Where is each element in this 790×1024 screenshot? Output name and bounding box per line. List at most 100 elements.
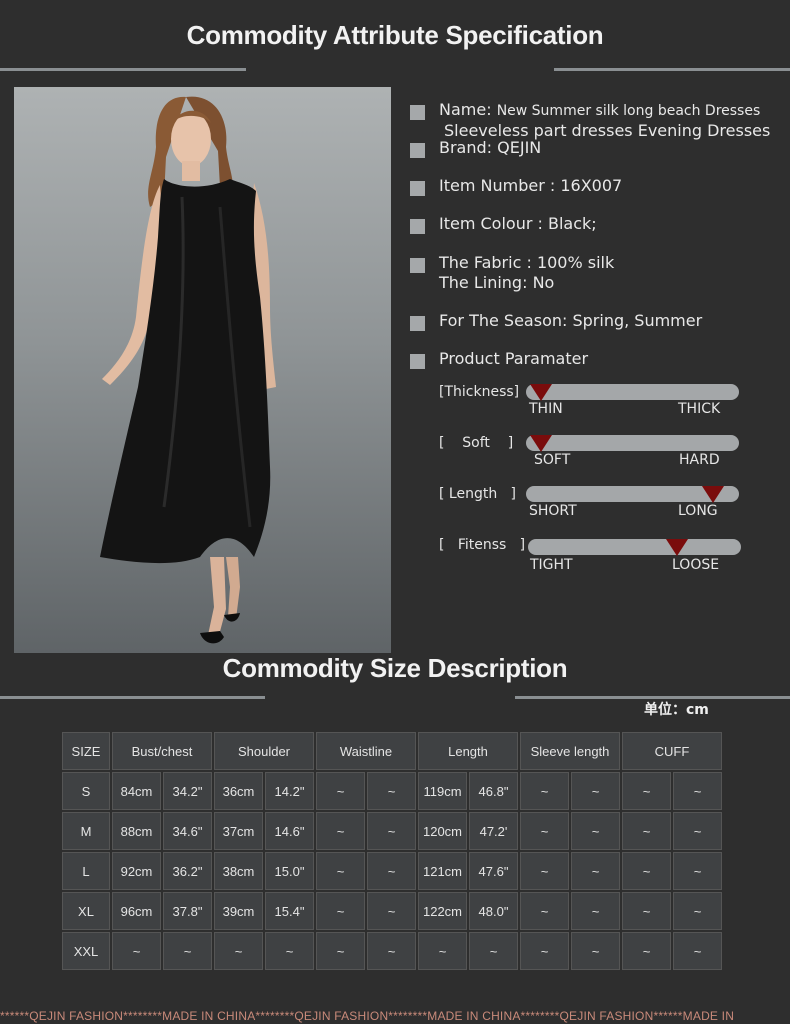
header-sleeve-length: Sleeve length — [520, 732, 620, 770]
measurement-cell: 121cm — [418, 852, 467, 890]
attr-brand-value: QEJIN — [497, 138, 542, 157]
measurement-cell: ~ — [214, 932, 263, 970]
measurement-cell: ~ — [367, 772, 416, 810]
measurement-cell: ~ — [316, 852, 365, 890]
measurement-cell: 15.0" — [265, 852, 314, 890]
header-length: Length — [418, 732, 518, 770]
measurement-cell: ~ — [112, 932, 161, 970]
measurement-cell: ~ — [316, 772, 365, 810]
measurement-cell: 120cm — [418, 812, 467, 850]
param-length-max-label: LONG — [678, 503, 718, 519]
attr-item-number: Item Number : 16X007 — [410, 176, 622, 196]
measurement-cell: 122cm — [418, 892, 467, 930]
size-rule-left — [0, 696, 265, 699]
measurement-cell: 47.2' — [469, 812, 518, 850]
size-table-header: SIZE Bust/chest Shoulder Waistline Lengt… — [62, 732, 722, 770]
table-row: XXL ~ ~ ~ ~ ~ ~ ~ ~ ~ ~ ~ ~ — [62, 932, 722, 970]
square-bullet-icon — [410, 181, 425, 196]
measurement-cell: ~ — [520, 892, 569, 930]
attr-season-value: Spring, Summer — [572, 311, 703, 330]
table-row: L 92cm 36.2" 38cm 15.0" ~ ~121cm 47.6" ~ ~ ~ ~ — [62, 852, 722, 890]
param-soft-marker — [529, 435, 552, 452]
param-thickness: [Thickness] THIN THICK — [439, 384, 749, 434]
header-size: SIZE — [62, 732, 110, 770]
param-fitness-max-label: LOOSE — [672, 557, 720, 573]
measurement-cell: 37cm — [214, 812, 263, 850]
measurement-cell: ~ — [571, 932, 620, 970]
title-rule-left — [0, 68, 246, 71]
attr-name-value: New Summer silk long beach Dresses — [496, 103, 761, 119]
measurement-cell: ~ — [520, 812, 569, 850]
size-table-body: S 84cm 34.2" 36cm 14.2" ~ ~119cm 46.8" ~ ~ ~ ~ M 88cm… — [62, 772, 722, 970]
param-soft-label: [ Soft ] — [439, 435, 514, 451]
measurement-cell: ~ — [673, 772, 722, 810]
size-table: SIZE Bust/chest Shoulder Waistline Lengt… — [60, 730, 724, 972]
param-thickness-max-label: THICK — [678, 401, 721, 417]
size-cell: XXL — [62, 932, 110, 970]
measurement-cell: ~ — [367, 852, 416, 890]
param-fitness: [ Fitenss ] TIGHT LOOSE — [439, 537, 749, 587]
param-fitness-marker — [666, 539, 689, 556]
product-spec-page: Commodity Attribute Specification Name: … — [0, 0, 790, 1024]
measurement-cell: ~ — [571, 772, 620, 810]
square-bullet-icon — [410, 219, 425, 234]
measurement-cell: ~ — [622, 932, 671, 970]
measurement-cell: ~ — [673, 852, 722, 890]
measurement-cell: ~ — [367, 932, 416, 970]
measurement-cell: ~ — [673, 812, 722, 850]
measurement-cell: ~ — [265, 932, 314, 970]
param-length-min-label: SHORT — [529, 503, 577, 519]
measurement-cell: ~ — [418, 932, 467, 970]
param-fitness-track — [528, 539, 741, 556]
attr-season: For The Season: Spring, Summer — [410, 311, 702, 331]
unit-label: 单位：cm — [644, 702, 709, 718]
param-fitness-min-label: TIGHT — [530, 557, 573, 573]
size-cell: XL — [62, 892, 110, 930]
measurement-cell: 47.6" — [469, 852, 518, 890]
param-soft-track — [526, 435, 739, 452]
measurement-cell: 36cm — [214, 772, 263, 810]
square-bullet-icon — [410, 258, 425, 273]
measurement-cell: 38cm — [214, 852, 263, 890]
measurement-cell: ~ — [673, 932, 722, 970]
header-waistline: Waistline — [316, 732, 416, 770]
measurement-cell: 36.2" — [163, 852, 212, 890]
size-section-title: Commodity Size Description — [222, 653, 568, 683]
measurement-cell: ~ — [622, 772, 671, 810]
square-bullet-icon — [410, 143, 425, 158]
param-soft: [ Soft ] SOFT HARD — [439, 435, 749, 485]
param-fitness-label: [ Fitenss ] — [439, 537, 526, 553]
measurement-cell: ~ — [622, 812, 671, 850]
square-bullet-icon — [410, 354, 425, 369]
header-cuff: CUFF — [622, 732, 722, 770]
attr-brand-label: Brand: — [439, 138, 493, 157]
measurement-cell: 119cm — [418, 772, 467, 810]
param-length: [ Length ] SHORT LONG — [439, 486, 749, 536]
measurement-cell: 48.0" — [469, 892, 518, 930]
attribute-section-title: Commodity Attribute Specification — [186, 20, 604, 50]
param-thickness-track — [526, 384, 739, 401]
table-row: XL 96cm 37.8" 39cm 15.4" ~ ~122cm 48.0" ~ ~ ~ ~ — [62, 892, 722, 930]
param-soft-max-label: HARD — [679, 452, 720, 468]
measurement-cell: ~ — [571, 892, 620, 930]
measurement-cell: ~ — [316, 812, 365, 850]
size-cell: S — [62, 772, 110, 810]
product-photo — [14, 87, 391, 653]
attr-fabric-value: 100% silk — [536, 253, 615, 272]
param-length-track — [526, 486, 739, 503]
measurement-cell: ~ — [571, 812, 620, 850]
measurement-cell: ~ — [163, 932, 212, 970]
measurement-cell: 34.2" — [163, 772, 212, 810]
attr-name-label: Name: — [439, 100, 492, 119]
measurement-cell: 14.2" — [265, 772, 314, 810]
attr-name: Name: New Summer silk long beach Dresses… — [410, 100, 770, 141]
measurement-cell: 96cm — [112, 892, 161, 930]
attr-brand: Brand: QEJIN — [410, 138, 541, 158]
param-thickness-label: [Thickness] — [439, 384, 520, 400]
attr-colour-label: Item Colour : — [439, 214, 543, 233]
measurement-cell: ~ — [316, 892, 365, 930]
measurement-cell: 88cm — [112, 812, 161, 850]
measurement-cell: ~ — [520, 852, 569, 890]
attr-colour-value: Black; — [548, 214, 597, 233]
measurement-cell: ~ — [367, 812, 416, 850]
